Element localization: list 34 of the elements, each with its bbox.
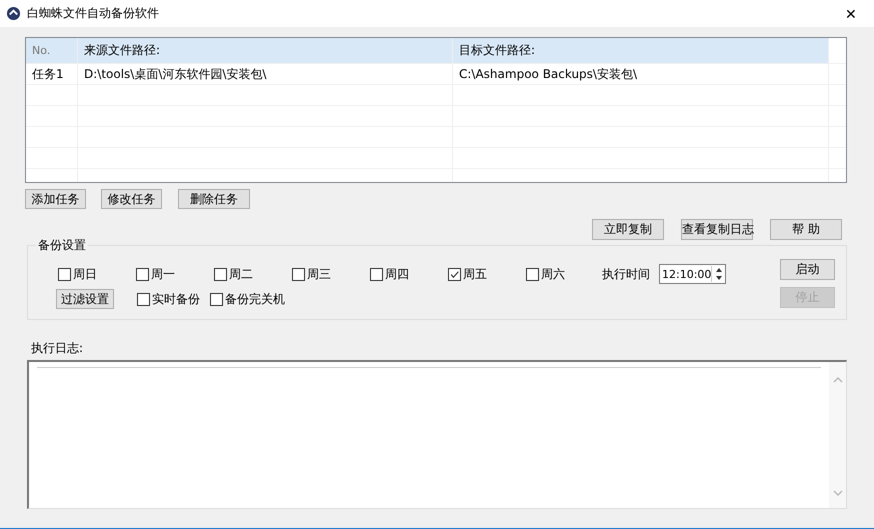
table-cell: D:\tools\桌面\河东软件园\安装包\ — [78, 64, 453, 84]
task-button[interactable]: 删除任务 — [178, 189, 250, 209]
time-label: 执行时间 — [602, 266, 651, 282]
group-legend: 备份设置 — [36, 238, 88, 252]
task-button[interactable]: 修改任务 — [101, 189, 162, 209]
action-button[interactable]: 立即复制 — [592, 219, 664, 240]
filter-settings-button[interactable]: 过滤设置 — [56, 289, 114, 309]
option-checkbox[interactable]: 备份完关机 — [210, 290, 285, 308]
app-icon — [6, 6, 21, 21]
day-checkbox[interactable]: 周一 — [136, 266, 214, 282]
checkmark-icon — [449, 268, 460, 280]
day-checkbox[interactable]: 周四 — [370, 266, 448, 282]
task-button[interactable]: 添加任务 — [25, 189, 86, 209]
start-button[interactable]: 启动 — [780, 259, 835, 280]
scroll-up-icon[interactable] — [832, 377, 842, 383]
column-header[interactable]: 目标文件路径: — [453, 38, 829, 63]
column-header[interactable]: 来源文件路径: — [78, 38, 453, 63]
table-cell: 任务1 — [26, 64, 78, 84]
log-area[interactable] — [27, 360, 847, 509]
action-button[interactable]: 查看复制日志 — [681, 219, 753, 240]
column-header[interactable]: No. — [26, 38, 78, 63]
task-row[interactable]: 任务1 D:\tools\桌面\河东软件园\安装包\ C:\Ashampoo Backups\安装包\ — [26, 64, 846, 85]
table-cell: C:\Ashampoo Backups\安装包\ — [453, 64, 829, 84]
day-checkbox[interactable]: 周五 — [448, 266, 526, 282]
day-checkbox[interactable]: 周三 — [292, 266, 370, 282]
scroll-down-icon[interactable] — [832, 490, 842, 496]
option-checkbox[interactable]: 实时备份 — [137, 290, 200, 308]
log-label: 执行日志: — [31, 340, 84, 356]
time-spinner[interactable]: 12:10:00 — [659, 264, 726, 284]
window-title: 白蜘蛛文件自动备份软件 — [27, 5, 159, 22]
day-checkbox[interactable]: 周二 — [214, 266, 292, 282]
day-checkbox[interactable]: 周日 — [58, 266, 136, 282]
close-button[interactable]: ✕ — [828, 0, 874, 27]
action-button[interactable]: 帮 助 — [770, 219, 842, 240]
